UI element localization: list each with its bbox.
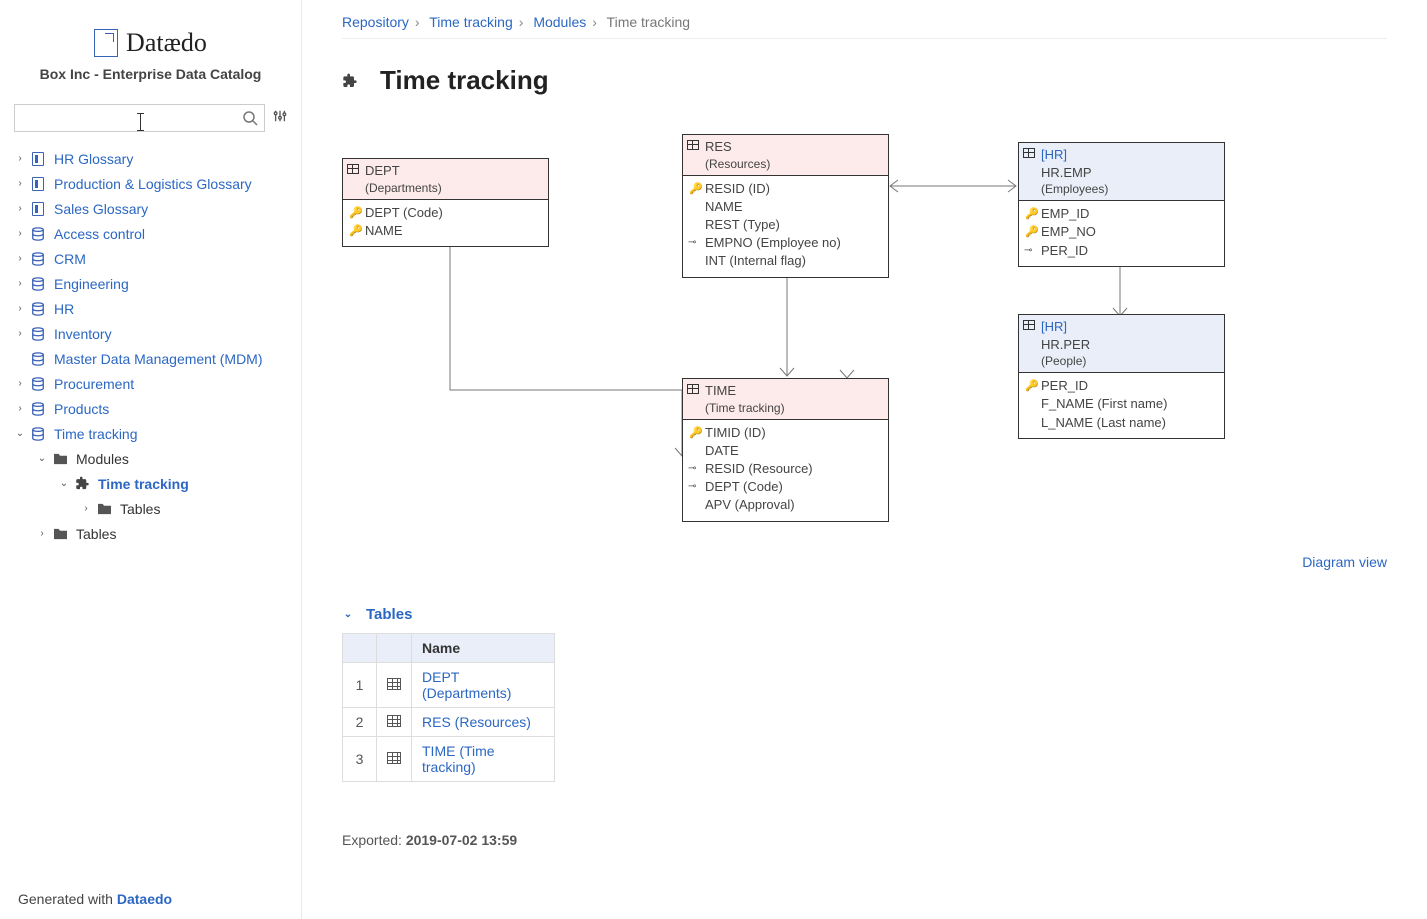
table-icon [387, 715, 401, 727]
table-icon [687, 384, 699, 394]
erd-entity-emp[interactable]: [HR]HR.EMP(Employees) 🔑EMP_ID 🔑EMP_NO ⊸P… [1018, 142, 1225, 267]
footer-brand-link[interactable]: Dataedo [117, 891, 172, 907]
breadcrumb: Repository› Time tracking› Modules› Time… [342, 14, 1387, 30]
table-icon [347, 164, 359, 174]
fk-icon: ⊸ [688, 236, 696, 250]
tree-item-hr-glossary[interactable]: ›HR Glossary [14, 146, 287, 171]
fk-icon: ⊸ [1024, 244, 1032, 258]
tree-item-access-control[interactable]: ›Access control [14, 221, 287, 246]
tree-item-engineering[interactable]: ›Engineering [14, 271, 287, 296]
main-content: Repository› Time tracking› Modules› Time… [302, 0, 1427, 919]
tree-item-tables[interactable]: ›Tables [14, 521, 287, 546]
key-icon: 🔑 [349, 206, 363, 221]
col-name: Name [412, 634, 555, 663]
breadcrumb-repository[interactable]: Repository [342, 14, 409, 30]
database-icon [30, 301, 46, 317]
sidebar: Datædo Box Inc - Enterprise Data Catalog… [0, 0, 302, 919]
search-icon [242, 110, 258, 126]
tree-item-hr[interactable]: ›HR [14, 296, 287, 321]
erd-entity-per[interactable]: [HR]HR.PER(People) 🔑PER_ID F_NAME (First… [1018, 314, 1225, 439]
folder-icon [52, 451, 68, 467]
logo-icon [94, 29, 118, 57]
tables-section-toggle[interactable]: ⌄Tables [342, 606, 1387, 623]
key-icon: 🔑 [349, 224, 363, 239]
puzzle-icon [74, 476, 90, 492]
book-icon [32, 177, 44, 191]
table-icon [387, 678, 401, 690]
exported-timestamp: Exported: 2019-07-02 13:59 [342, 832, 1387, 848]
key-icon: 🔑 [1025, 225, 1039, 240]
tree-item-products[interactable]: ›Products [14, 396, 287, 421]
footer-note: Generated with Dataedo [18, 891, 172, 907]
breadcrumb-modules[interactable]: Modules [533, 14, 586, 30]
table-icon [1023, 148, 1035, 158]
database-icon [30, 351, 46, 367]
tree-item-module-tables[interactable]: ›Tables [14, 496, 287, 521]
diagram-view-link[interactable]: Diagram view [1302, 554, 1387, 570]
nav-tree: ›HR Glossary ›Production & Logistics Glo… [14, 146, 287, 546]
table-icon [1023, 320, 1035, 330]
fk-icon: ⊸ [688, 462, 696, 476]
folder-icon [52, 526, 68, 542]
table-icon [687, 140, 699, 150]
table-icon [387, 752, 401, 764]
book-icon [32, 152, 44, 166]
key-icon: 🔑 [689, 182, 703, 197]
tree-item-mdm[interactable]: Master Data Management (MDM) [14, 346, 287, 371]
book-icon [32, 202, 44, 216]
logo: Datædo [14, 28, 287, 60]
fk-icon: ⊸ [688, 480, 696, 494]
table-row[interactable]: 2RES (Resources) [343, 708, 555, 737]
filter-icon[interactable] [273, 109, 287, 127]
catalog-title: Box Inc - Enterprise Data Catalog [14, 66, 287, 82]
tree-item-procurement[interactable]: ›Procurement [14, 371, 287, 396]
table-row[interactable]: 1DEPT (Departments) [343, 663, 555, 708]
brand-text: Datædo [126, 28, 207, 58]
database-icon [30, 276, 46, 292]
key-icon: 🔑 [1025, 207, 1039, 222]
tree-item-time-tracking[interactable]: ⌄Time tracking [14, 421, 287, 446]
tree-item-inventory[interactable]: ›Inventory [14, 321, 287, 346]
tree-item-time-tracking-module[interactable]: ⌄Time tracking [14, 471, 287, 496]
breadcrumb-current: Time tracking [607, 14, 691, 30]
database-icon [30, 226, 46, 242]
tree-item-crm[interactable]: ›CRM [14, 246, 287, 271]
database-icon [30, 326, 46, 342]
erd-entity-time[interactable]: TIME(Time tracking) 🔑TIMID (ID) DATE ⊸RE… [682, 378, 889, 522]
key-icon: 🔑 [1025, 379, 1039, 394]
erd-diagram[interactable]: DEPT(Departments) 🔑DEPT (Code) 🔑NAME RES… [342, 116, 1387, 576]
breadcrumb-time-tracking[interactable]: Time tracking [429, 14, 513, 30]
tables-list: Name 1DEPT (Departments) 2RES (Resources… [342, 633, 555, 782]
tree-item-sales-glossary[interactable]: ›Sales Glossary [14, 196, 287, 221]
puzzle-icon [342, 73, 358, 89]
tree-item-prod-glossary[interactable]: ›Production & Logistics Glossary [14, 171, 287, 196]
tree-item-modules[interactable]: ⌄Modules [14, 446, 287, 471]
page-title: Time tracking [380, 65, 549, 96]
database-icon [30, 401, 46, 417]
key-icon: 🔑 [689, 426, 703, 441]
folder-icon [96, 501, 112, 517]
table-row[interactable]: 3TIME (Time tracking) [343, 737, 555, 782]
erd-entity-dept[interactable]: DEPT(Departments) 🔑DEPT (Code) 🔑NAME [342, 158, 549, 247]
database-icon [30, 426, 46, 442]
text-cursor-icon [140, 114, 141, 130]
database-icon [30, 251, 46, 267]
database-icon [30, 376, 46, 392]
erd-entity-res[interactable]: RES(Resources) 🔑RESID (ID) NAME REST (Ty… [682, 134, 889, 278]
